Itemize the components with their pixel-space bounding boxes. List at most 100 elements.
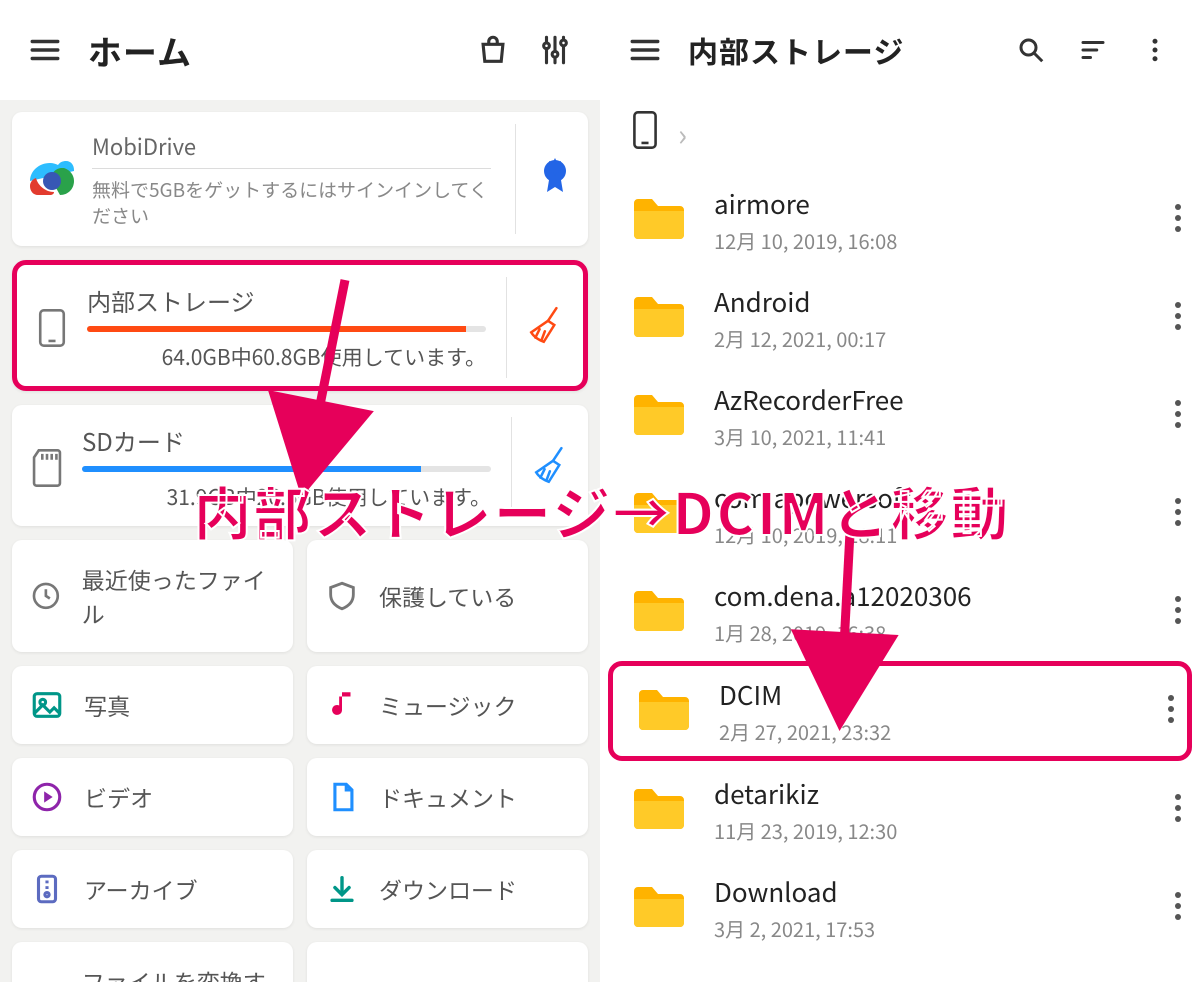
phone-icon [31, 308, 73, 348]
download-button[interactable]: ダウンロード [307, 850, 588, 928]
folder-row[interactable]: detarikiz 11月 23, 2019, 12:30 [600, 761, 1200, 859]
storage-title: 内部ストレージ [688, 28, 904, 72]
folder-icon [630, 389, 688, 444]
music-button[interactable]: ミュージック [307, 666, 588, 744]
sdcard-icon [26, 448, 68, 488]
sd-name: SDカード [82, 423, 491, 458]
folder-name: com.apowersoft [714, 479, 1148, 516]
document-label: ドキュメント [379, 780, 517, 814]
tuner-icon[interactable] [536, 31, 574, 69]
recent-files-button[interactable]: 最近使ったファイル [12, 540, 293, 652]
recent-files-label: 最近使ったファイル [82, 562, 275, 630]
photos-label: 写真 [84, 688, 130, 722]
internal-storage-name: 内部ストレージ [87, 283, 486, 318]
folder-name: DCIM [719, 676, 1141, 713]
folder-icon [630, 487, 688, 542]
document-button[interactable]: ドキュメント [307, 758, 588, 836]
hamburger-menu-icon[interactable] [26, 31, 64, 69]
mobidrive-card[interactable]: MobiDrive 無料で5GBをゲットするにはサインインしてください [12, 112, 588, 246]
sort-icon[interactable] [1074, 31, 1112, 69]
home-screen: ホーム MobiDrive 無料で5GBをゲットするにはサインインしてください [0, 0, 600, 982]
search-icon[interactable] [1012, 31, 1050, 69]
shop-icon[interactable] [474, 31, 512, 69]
sd-bar [82, 466, 491, 472]
folder-row[interactable]: com.apowersoft 12月 10, 2019, 18:11 [600, 465, 1200, 563]
convert-button[interactable]: ファイルを変換する [12, 942, 293, 982]
folder-icon [630, 193, 688, 248]
image-icon [30, 688, 64, 722]
sd-card[interactable]: SDカード 31.9GB中26.5GB使用しています。 [12, 405, 588, 526]
archive-button[interactable]: アーカイブ [12, 850, 293, 928]
folder-more-icon[interactable] [1174, 891, 1182, 926]
folder-row[interactable]: AzRecorderFree 3月 10, 2021, 11:41 [600, 367, 1200, 465]
internal-storage-used: 64.0GB中60.8GB使用しています。 [87, 342, 486, 372]
folder-icon [630, 783, 688, 838]
folder-date: 3月 10, 2021, 11:41 [714, 422, 1148, 451]
archive-icon [30, 872, 64, 906]
folder-more-icon[interactable] [1174, 399, 1182, 434]
mobidrive-desc: 無料で5GBをゲットするにはサインインしてください [92, 177, 491, 228]
music-icon [325, 688, 359, 722]
sd-used: 31.9GB中26.5GB使用しています。 [82, 482, 491, 512]
play-icon [30, 780, 64, 814]
folder-name: Android [714, 283, 1148, 320]
folder-date: 2月 27, 2021, 23:32 [719, 717, 1141, 746]
internal-storage-bar [87, 326, 486, 332]
folder-list: airmore 12月 10, 2019, 16:08 Android 2月 12, … [600, 171, 1200, 957]
document-icon [325, 780, 359, 814]
protect-button[interactable]: 保護している [307, 540, 588, 652]
folder-icon [630, 585, 688, 640]
trash-button[interactable]: ごみ箱 [307, 942, 588, 982]
folder-more-icon[interactable] [1174, 793, 1182, 828]
folder-name: detarikiz [714, 775, 1148, 812]
folder-row[interactable]: airmore 12月 10, 2019, 16:08 [600, 171, 1200, 269]
award-badge-icon[interactable] [540, 157, 570, 202]
folder-more-icon[interactable] [1174, 301, 1182, 336]
folder-more-icon[interactable] [1167, 694, 1175, 729]
folder-more-icon[interactable] [1174, 595, 1182, 630]
folder-name: AzRecorderFree [714, 381, 1148, 418]
folder-row[interactable]: Download 3月 2, 2021, 17:53 [600, 859, 1200, 957]
folder-name: Download [714, 873, 1148, 910]
protect-label: 保護している [379, 579, 516, 613]
internal-storage-card[interactable]: 内部ストレージ 64.0GB中60.8GB使用しています。 [12, 260, 588, 391]
convert-label: ファイルを変換する [82, 964, 275, 982]
folder-more-icon[interactable] [1174, 497, 1182, 532]
video-button[interactable]: ビデオ [12, 758, 293, 836]
folder-name: airmore [714, 185, 1148, 222]
folder-row[interactable]: Android 2月 12, 2021, 00:17 [600, 269, 1200, 367]
storage-screen: 内部ストレージ › airmore 12月 10, 2019, 16:08 Andr… [600, 0, 1200, 982]
clean-internal-icon[interactable] [527, 304, 569, 351]
clean-sd-icon[interactable] [532, 444, 574, 491]
folder-date: 12月 10, 2019, 18:11 [714, 520, 1148, 549]
download-icon [325, 872, 359, 906]
folder-date: 12月 10, 2019, 16:08 [714, 226, 1148, 255]
video-label: ビデオ [84, 780, 153, 814]
folder-more-icon[interactable] [1174, 203, 1182, 238]
home-topbar: ホーム [0, 0, 600, 100]
overflow-menu-icon[interactable] [1136, 31, 1174, 69]
phone-icon [630, 110, 660, 155]
folder-row[interactable]: DCIM 2月 27, 2021, 23:32 [608, 661, 1192, 761]
folder-date: 1月 28, 2019, 16:38 [714, 618, 1148, 647]
breadcrumb-separator-icon: › [678, 111, 687, 155]
download-label: ダウンロード [379, 872, 517, 906]
folder-date: 2月 12, 2021, 00:17 [714, 324, 1148, 353]
folder-icon [635, 684, 693, 739]
music-label: ミュージック [379, 688, 517, 722]
folder-row[interactable]: com.dena.a12020306 1月 28, 2019, 16:38 [600, 563, 1200, 661]
archive-label: アーカイブ [84, 872, 198, 906]
hamburger-menu-icon[interactable] [626, 31, 664, 69]
clock-icon [30, 579, 62, 613]
mobidrive-logo-icon [30, 159, 74, 199]
photos-button[interactable]: 写真 [12, 666, 293, 744]
folder-icon [630, 881, 688, 936]
folder-name: com.dena.a12020306 [714, 577, 1148, 614]
shield-icon [325, 579, 359, 613]
folder-date: 11月 23, 2019, 12:30 [714, 816, 1148, 845]
home-title: ホーム [88, 26, 192, 75]
folder-date: 3月 2, 2021, 17:53 [714, 914, 1148, 943]
breadcrumb[interactable]: › [600, 100, 1200, 171]
storage-topbar: 内部ストレージ [600, 0, 1200, 100]
folder-icon [630, 291, 688, 346]
